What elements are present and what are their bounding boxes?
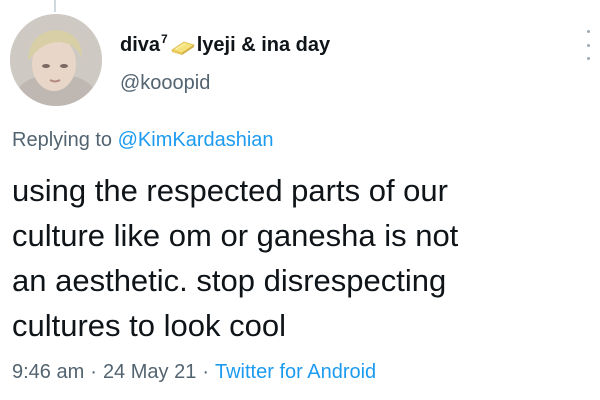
tweet-text-line: culture like om or ganesha is not [12,218,459,253]
tweet-source[interactable]: Twitter for Android [215,361,376,383]
tweet-metadata: 9:46 am · 24 May 21 · Twitter for Android [12,361,376,384]
tweet-text-line: using the respected parts of our [12,173,448,208]
thread-connector-line [54,0,56,12]
display-name[interactable]: diva 7 lyeji & ina day [120,31,331,57]
meta-separator: · [90,361,97,383]
butter-emoji-icon [170,36,196,56]
replying-to-mention[interactable]: @KimKardashian [118,129,274,151]
avatar[interactable] [10,14,102,106]
replying-to-label: Replying to [12,129,113,151]
tweet-text-line: cultures to look cool [12,308,286,343]
display-name-superscript: 7 [161,31,168,46]
tweet-text-line: an aesthetic. stop disrespecting [12,263,447,298]
more-options-icon[interactable] [582,30,594,60]
tweet: diva 7 lyeji & ina day @kooopid Replying … [0,0,600,400]
tweet-date[interactable]: 24 May 21 [103,361,196,383]
user-handle[interactable]: @kooopid [120,72,210,95]
tweet-text: using the respected parts of our culture… [12,168,592,348]
meta-separator: · [202,361,209,383]
replying-to: Replying to @KimKardashian [12,129,274,152]
tweet-time[interactable]: 9:46 am [12,361,84,383]
display-name-suffix: lyeji & ina day [196,34,331,56]
display-name-prefix: diva [120,34,161,56]
